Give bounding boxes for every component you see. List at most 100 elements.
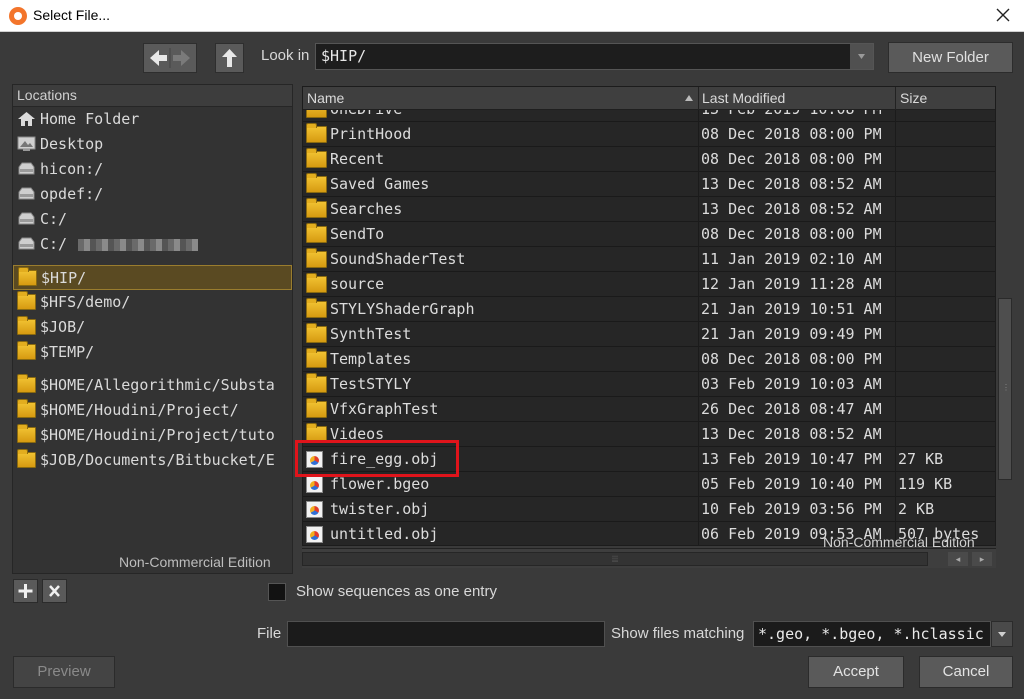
file-modified: 08 Dec 2018 08:00 PM [701,125,882,143]
location-desktop[interactable]: Desktop [13,132,292,157]
file-name: STYLYShaderGraph [330,300,475,318]
annotation-highlight [295,440,459,477]
chevron-down-icon [858,54,865,59]
location-houdini-project[interactable]: $HOME/Houdini/Project/ [13,398,292,423]
location-label: $JOB/ [40,318,86,336]
add-location-button[interactable] [13,579,38,603]
location-label: Home Folder [40,110,140,128]
vertical-scrollbar[interactable]: ⋮ [996,86,1014,548]
column-header-size[interactable]: Size [900,90,927,106]
file-name: VfxGraphTest [330,400,439,418]
table-row[interactable]: TestSTYLY 03 Feb 2019 10:03 AM [303,372,995,397]
accept-button[interactable]: Accept [808,656,904,688]
file-size: 119 KB [898,475,953,493]
scroll-right-icon[interactable]: ▸ [972,552,992,566]
file-size: 27 KB [898,450,944,468]
locations-panel: Locations Home Folder Desktop hicon:/ op… [12,84,293,574]
table-row[interactable]: Recent 08 Dec 2018 08:00 PM [303,147,995,172]
location-hip[interactable]: $HIP/ [13,265,292,290]
preview-button[interactable]: Preview [13,656,115,688]
location-home-folder[interactable]: Home Folder [13,107,292,132]
look-in-field[interactable]: $HIP/ [315,43,874,70]
table-row[interactable]: PrintHood 08 Dec 2018 08:00 PM [303,122,995,147]
location-label: opdef:/ [40,185,104,203]
location-label: $HOME/Allegorithmic/Substa [40,376,275,394]
folder-icon [306,198,327,218]
location-temp[interactable]: $TEMP/ [13,340,292,365]
file-name: SynthTest [330,325,412,343]
column-header-modified[interactable]: Last Modified [702,90,785,106]
horizontal-scrollbar[interactable]: ⦙⦙⦙ ◂ ▸ [302,548,996,568]
table-row[interactable]: SynthTest 21 Jan 2019 09:49 PM [303,322,995,347]
sequences-checkbox[interactable] [268,583,286,601]
file-name: flower.bgeo [330,475,430,493]
file-table: OneDrive13 Feb 2019 10:08 PMPrintHood08 … [302,86,996,546]
arrow-right-icon[interactable] [173,50,190,66]
table-row[interactable]: SendTo 08 Dec 2018 08:00 PM [303,222,995,247]
file-modified: 11 Jan 2019 02:10 AM [701,250,882,268]
table-row[interactable]: STYLYShaderGraph 21 Jan 2019 10:51 AM [303,297,995,322]
file-modified: 03 Feb 2019 10:03 AM [701,375,882,393]
scrollbar-thumb[interactable]: ⋮ [998,298,1012,480]
folder-icon [306,298,327,318]
location-opdef[interactable]: opdef:/ [13,182,292,207]
folder-icon [306,373,327,393]
column-header-name[interactable]: Name [307,90,344,106]
title-bar: Select File... [0,0,1024,32]
location-c-drive[interactable]: C:/ [13,207,292,232]
close-icon[interactable] [992,4,1014,26]
new-folder-button[interactable]: New Folder [888,42,1013,73]
drive-icon [18,162,35,175]
location-hicon[interactable]: hicon:/ [13,157,292,182]
location-label: Desktop [40,135,104,153]
look-in-dropdown[interactable] [850,44,873,69]
grip-icon: ⦙⦙⦙ [612,554,619,564]
file-filter-dropdown[interactable] [991,621,1013,647]
folder-icon [306,348,327,368]
table-row[interactable]: VfxGraphTest 26 Dec 2018 08:47 AM [303,397,995,422]
location-houdini-project-tuto[interactable]: $HOME/Houdini/Project/tuto [13,423,292,448]
scroll-left-icon[interactable]: ◂ [948,552,968,566]
location-hfs-demo[interactable]: $HFS/demo/ [13,290,292,315]
folder-icon [17,374,36,393]
file-modified: 26 Dec 2018 08:47 AM [701,400,882,418]
arrow-left-icon[interactable] [150,50,167,66]
file-filter-field[interactable]: *.geo, *.bgeo, *.hclassic [753,621,991,647]
location-label: $HOME/Houdini/Project/tuto [40,426,275,444]
location-job[interactable]: $JOB/ [13,315,292,340]
remove-location-button[interactable] [42,579,67,603]
folder-icon [17,316,36,335]
location-label: $HFS/demo/ [40,293,131,311]
table-row[interactable]: SoundShaderTest 11 Jan 2019 02:10 AM [303,247,995,272]
file-input[interactable] [287,621,605,647]
table-row[interactable]: Saved Games 13 Dec 2018 08:52 AM [303,172,995,197]
file-name: Recent [330,150,385,168]
location-bitbucket[interactable]: $JOB/Documents/Bitbucket/E [13,448,292,473]
file-name: SoundShaderTest [330,250,466,268]
look-in-label: Look in [261,47,310,64]
drive-icon [18,237,35,250]
file-label: File [257,625,282,642]
folder-icon [17,399,36,418]
back-forward-group [143,43,197,73]
file-name: source [330,275,385,293]
table-row[interactable]: twister.obj 10 Feb 2019 03:56 PM 2 KB [303,497,995,522]
file-name: TestSTYLY [330,375,412,393]
table-row[interactable]: Templates 08 Dec 2018 08:00 PM [303,347,995,372]
location-c-drive-user[interactable]: C:/ [13,232,292,257]
folder-icon [17,341,36,360]
table-row[interactable]: Searches 13 Dec 2018 08:52 AM [303,197,995,222]
table-header: Name Last Modified Size [303,87,995,110]
file-name: Saved Games [330,175,430,193]
desktop-icon [17,136,36,151]
file-modified: 05 Feb 2019 10:40 PM [701,475,882,493]
home-icon [18,112,35,126]
location-label: C:/ [40,210,68,228]
file-name: Searches [330,200,403,218]
location-allegorithmic[interactable]: $HOME/Allegorithmic/Substa [13,373,292,398]
file-modified: 12 Jan 2019 11:28 AM [701,275,882,293]
table-row[interactable]: source 12 Jan 2019 11:28 AM [303,272,995,297]
cancel-button[interactable]: Cancel [919,656,1013,688]
up-button[interactable] [215,43,244,73]
folder-icon [17,291,36,310]
